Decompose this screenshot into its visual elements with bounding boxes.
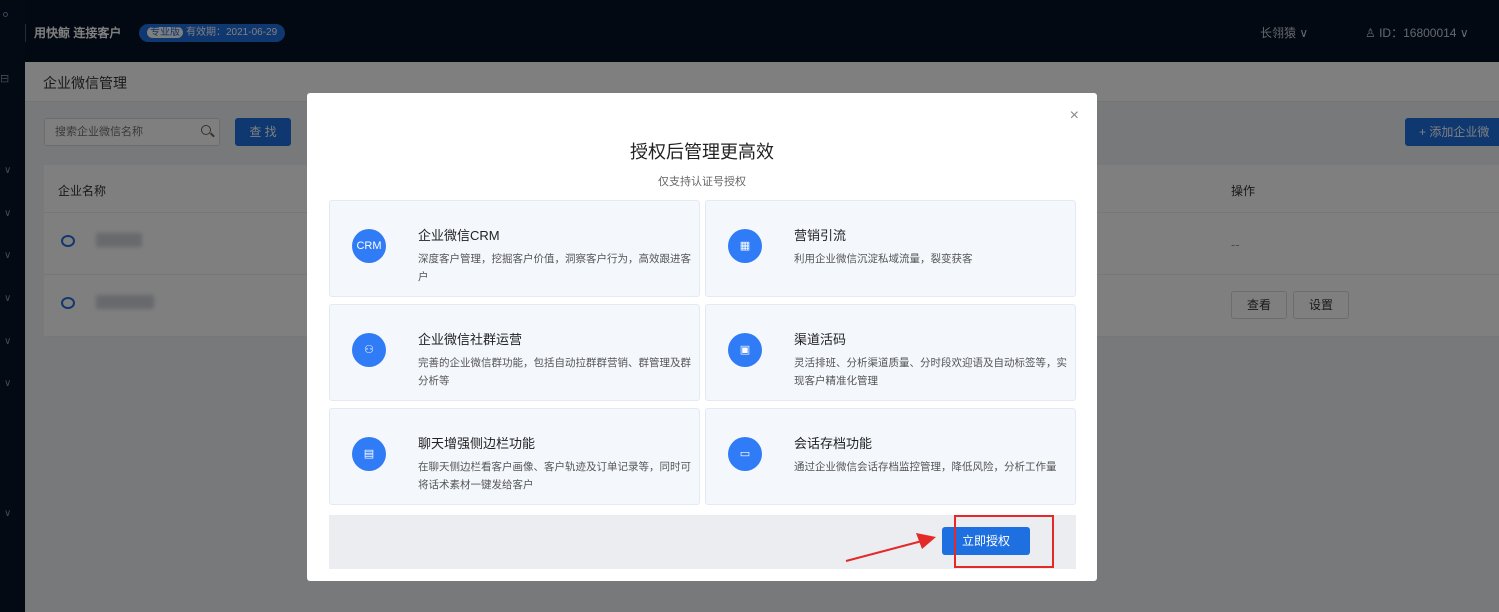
authorize-modal: × 授权后管理更高效 仅支持认证号授权 CRM 企业微信CRM 深度客户管理，挖… <box>307 93 1097 581</box>
feature-card-marketing: ▦ 营销引流 利用企业微信沉淀私域流量，裂变获客 <box>705 200 1076 297</box>
feature-desc: 利用企业微信沉淀私域流量，裂变获客 <box>794 253 973 265</box>
community-icon: ⚇ <box>352 333 386 367</box>
feature-title: 聊天增强侧边栏功能 <box>418 436 536 451</box>
feature-title: 渠道活码 <box>794 332 847 347</box>
feature-card-qrcode: ▣ 渠道活码 灵活排班、分析渠道质量、分时段欢迎语及自动标签等，实现客户精准化管… <box>705 304 1076 401</box>
highlight-box <box>954 515 1054 568</box>
feature-card-archive: ▭ 会话存档功能 通过企业微信会话存档监控管理，降低风险，分析工作量 <box>705 408 1076 505</box>
feature-desc: 深度客户管理，挖掘客户价值，洞察客户行为，高效跟进客户 <box>418 253 691 283</box>
feature-card-sidebar: ▤ 聊天增强侧边栏功能 在聊天侧边栏看客户画像、客户轨迹及订单记录等，同时可将话… <box>329 408 700 505</box>
chat-archive-icon: ▭ <box>728 437 762 471</box>
feature-desc: 在聊天侧边栏看客户画像、客户轨迹及订单记录等，同时可将话术素材一键发给客户 <box>418 461 691 491</box>
feature-title: 企业微信CRM <box>418 228 500 243</box>
modal-title: 授权后管理更高效 <box>630 142 774 162</box>
chart-icon: ▦ <box>728 229 762 263</box>
sidebar-icon: ▤ <box>352 437 386 471</box>
modal-subtitle: 仅支持认证号授权 <box>658 176 746 188</box>
feature-card-crm: CRM 企业微信CRM 深度客户管理，挖掘客户价值，洞察客户行为，高效跟进客户 <box>329 200 700 297</box>
red-arrow-icon <box>845 533 936 562</box>
close-icon[interactable]: × <box>1070 107 1079 125</box>
feature-title: 会话存档功能 <box>794 436 873 451</box>
feature-desc: 通过企业微信会话存档监控管理，降低风险，分析工作量 <box>794 461 1057 473</box>
feature-title: 营销引流 <box>794 228 847 243</box>
feature-desc: 完善的企业微信群功能，包括自动拉群群营销、群管理及群分析等 <box>418 357 691 387</box>
feature-card-community: ⚇ 企业微信社群运营 完善的企业微信群功能，包括自动拉群群营销、群管理及群分析等 <box>329 304 700 401</box>
feature-title: 企业微信社群运营 <box>418 332 523 347</box>
crm-icon: CRM <box>352 229 386 263</box>
qrcode-icon: ▣ <box>728 333 762 367</box>
feature-desc: 灵活排班、分析渠道质量、分时段欢迎语及自动标签等，实现客户精准化管理 <box>794 357 1067 387</box>
